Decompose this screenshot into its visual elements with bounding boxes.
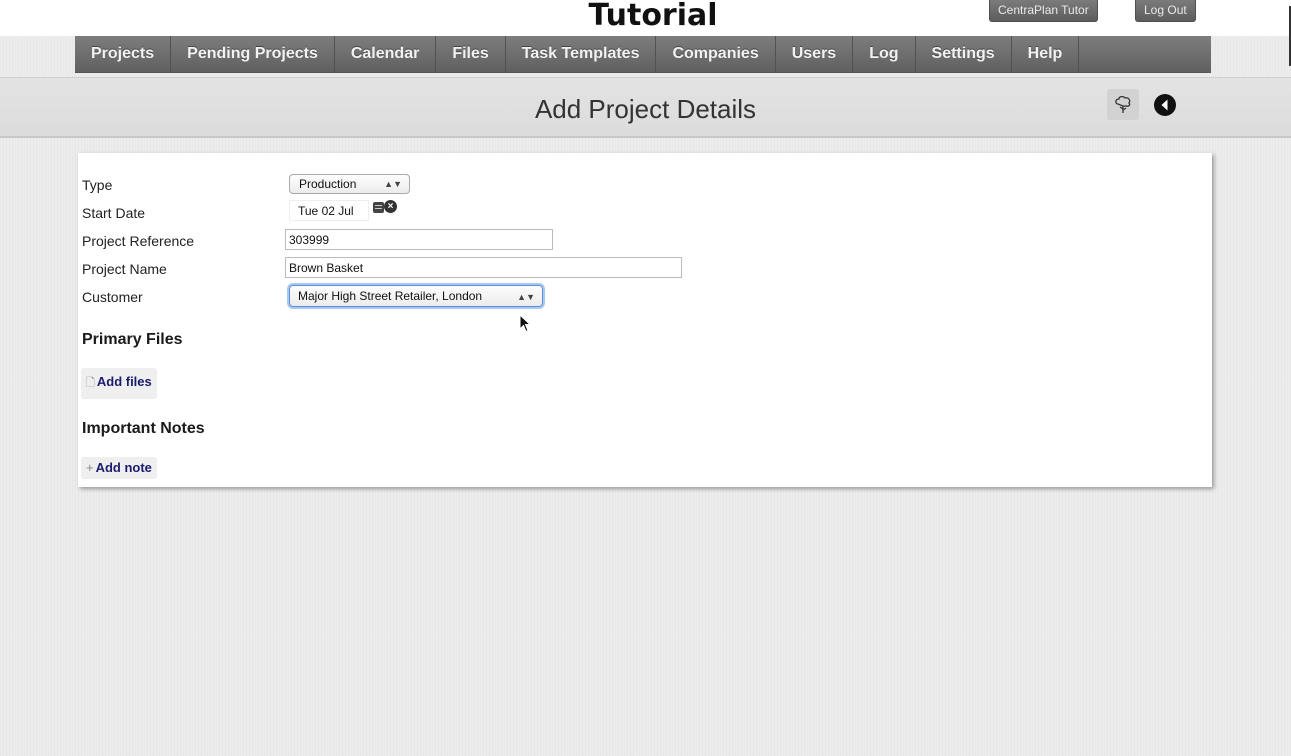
project-name-label: Project Name [82,261,167,277]
project-name-input[interactable]: Brown Basket [285,257,682,278]
important-notes-heading: Important Notes [82,420,205,437]
add-files-button[interactable]: 🗋 Add files [81,368,157,399]
type-select[interactable]: Production ▲▼ [289,174,410,194]
logout-button[interactable]: Log Out [1135,0,1196,22]
add-files-label: Add files [96,374,152,389]
customer-label: Customer [82,289,143,305]
nav-projects[interactable]: Projects [75,36,172,72]
customer-select[interactable]: Major High Street Retailer, London ▲▼ [289,285,543,307]
back-arrow-icon[interactable] [1150,89,1180,120]
file-icon: 🗋 [86,377,95,389]
select-arrows-icon: ▲▼ [384,179,402,189]
nav-help[interactable]: Help [1012,36,1080,72]
plus-icon: + [86,460,94,475]
nav-companies[interactable]: Companies [656,36,776,72]
main-nav: Projects Pending Projects Calendar Files… [75,36,1211,73]
project-details-card: Type Production ▲▼ Start Date Tue 02 Jul… [78,153,1212,487]
type-label: Type [82,177,113,193]
add-note-button[interactable]: + Add note [81,457,157,479]
nav-settings[interactable]: Settings [916,36,1012,72]
add-note-label: Add note [95,460,152,475]
page-title: Add Project Details [534,94,757,124]
primary-files-heading: Primary Files [82,331,183,348]
nav-pending-projects[interactable]: Pending Projects [171,36,335,72]
customer-select-value: Major High Street Retailer, London [298,289,483,303]
nav-calendar[interactable]: Calendar [335,36,437,72]
page-header: Add Project Details [0,77,1291,138]
start-date-field[interactable]: Tue 02 Jul [289,200,369,221]
nav-users[interactable]: Users [776,36,854,72]
calendar-icon[interactable] [373,202,384,213]
nav-files[interactable]: Files [436,36,506,72]
type-select-value: Production [299,177,357,191]
project-reference-label: Project Reference [82,233,195,249]
select-arrows-icon: ▲▼ [517,292,535,302]
app-title: Tutorial [588,0,718,33]
tutor-button[interactable]: CentraPlan Tutor [989,0,1098,22]
mouse-cursor-icon [519,314,531,333]
nav-log[interactable]: Log [853,36,916,72]
project-reference-input[interactable]: 303999 [285,229,553,250]
nav-task-templates[interactable]: Task Templates [506,36,657,72]
clear-date-icon[interactable]: × [384,200,397,213]
tree-icon[interactable] [1107,89,1139,120]
start-date-label: Start Date [82,205,146,221]
